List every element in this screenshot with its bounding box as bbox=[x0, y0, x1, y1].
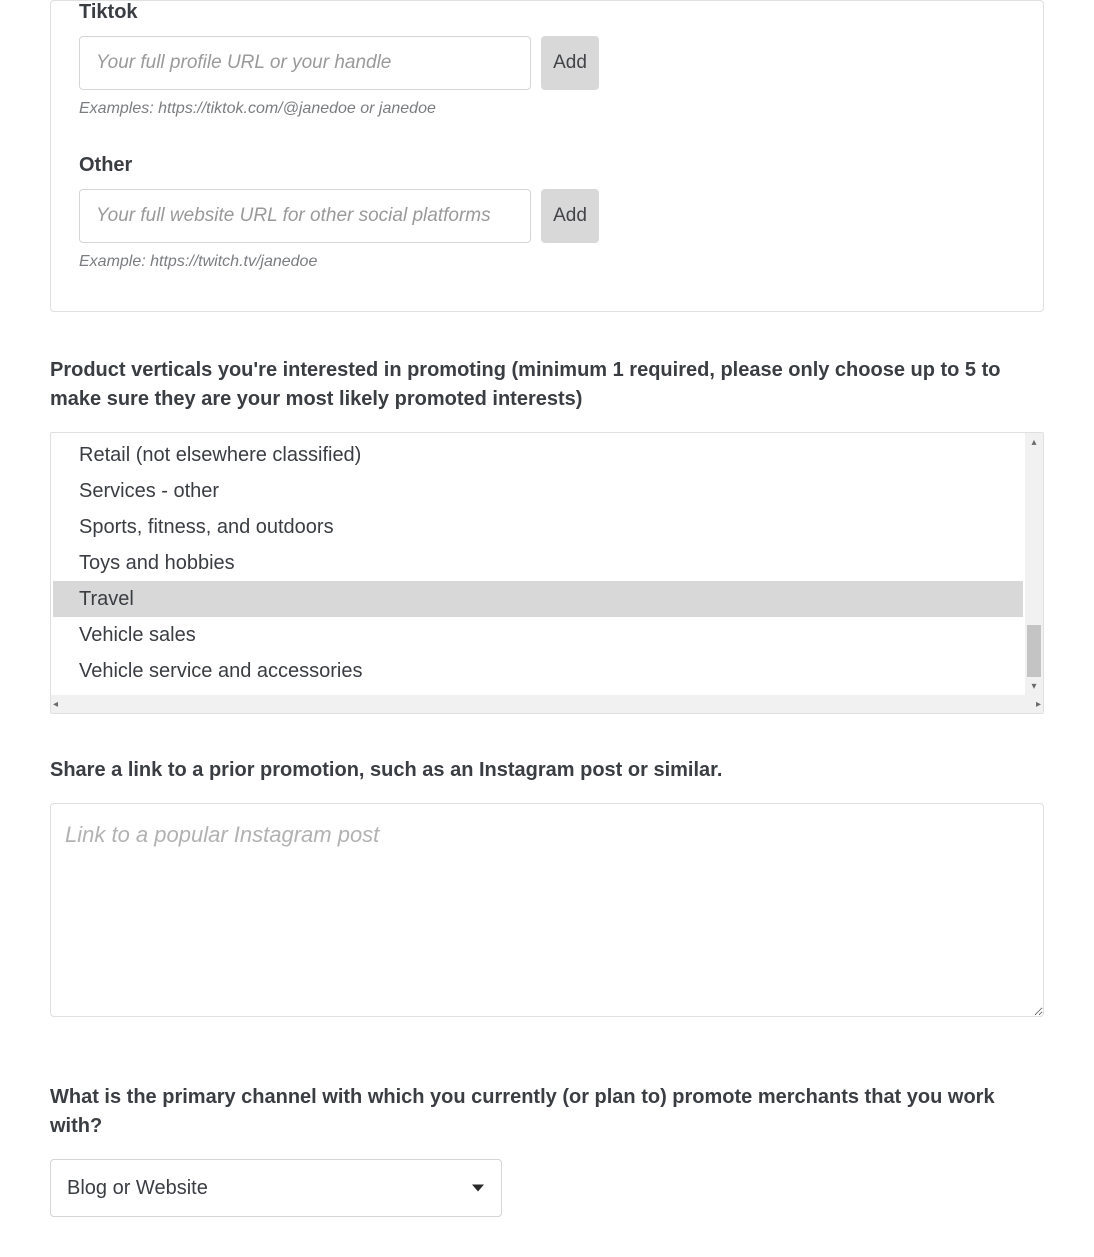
verticals-option[interactable]: Vehicle service and accessories bbox=[77, 653, 999, 689]
primary-channel-question: What is the primary channel with which y… bbox=[50, 1083, 1044, 1141]
other-group: Other Add Example: https://twitch.tv/jan… bbox=[79, 154, 1015, 271]
tiktok-label: Tiktok bbox=[79, 1, 1015, 24]
other-input[interactable] bbox=[79, 189, 531, 243]
other-add-button[interactable]: Add bbox=[541, 189, 599, 243]
scroll-thumb[interactable] bbox=[1027, 625, 1041, 677]
verticals-option[interactable]: Sports, fitness, and outdoors bbox=[77, 509, 999, 545]
tiktok-add-button[interactable]: Add bbox=[541, 36, 599, 90]
tiktok-group: Tiktok Add Examples: https://tiktok.com/… bbox=[79, 1, 1015, 118]
verticals-option[interactable]: Toys and hobbies bbox=[77, 545, 999, 581]
verticals-listbox[interactable]: Retail (not elsewhere classified)Service… bbox=[50, 432, 1044, 714]
other-label: Other bbox=[79, 154, 1015, 177]
scroll-up-arrow-icon[interactable]: ▴ bbox=[1025, 433, 1043, 451]
tiktok-input[interactable] bbox=[79, 36, 531, 90]
scroll-down-arrow-icon[interactable]: ▾ bbox=[1025, 677, 1043, 695]
horizontal-scrollbar[interactable]: ◂ ▸ bbox=[51, 695, 1043, 713]
scroll-left-arrow-icon[interactable]: ◂ bbox=[53, 699, 58, 710]
primary-channel-selected-value: Blog or Website bbox=[67, 1177, 208, 1200]
scroll-track[interactable] bbox=[1025, 451, 1043, 677]
scroll-right-arrow-icon[interactable]: ▸ bbox=[1036, 699, 1041, 710]
verticals-option[interactable]: Services - other bbox=[77, 473, 999, 509]
social-profiles-card: Tiktok Add Examples: https://tiktok.com/… bbox=[50, 0, 1044, 312]
other-example-text: Example: https://twitch.tv/janedoe bbox=[79, 253, 1015, 271]
prior-promo-textarea[interactable] bbox=[50, 803, 1044, 1017]
primary-channel-select[interactable]: Blog or Website bbox=[50, 1159, 502, 1217]
verticals-option[interactable]: Retail (not elsewhere classified) bbox=[77, 437, 999, 473]
verticals-option[interactable]: Vehicle sales bbox=[77, 617, 999, 653]
verticals-question: Product verticals you're interested in p… bbox=[50, 356, 1044, 414]
prior-promo-question: Share a link to a prior promotion, such … bbox=[50, 756, 1044, 785]
vertical-scrollbar[interactable]: ▴ ▾ bbox=[1025, 433, 1043, 695]
tiktok-example-text: Examples: https://tiktok.com/@janedoe or… bbox=[79, 100, 1015, 118]
verticals-option[interactable]: Travel bbox=[53, 581, 1023, 617]
